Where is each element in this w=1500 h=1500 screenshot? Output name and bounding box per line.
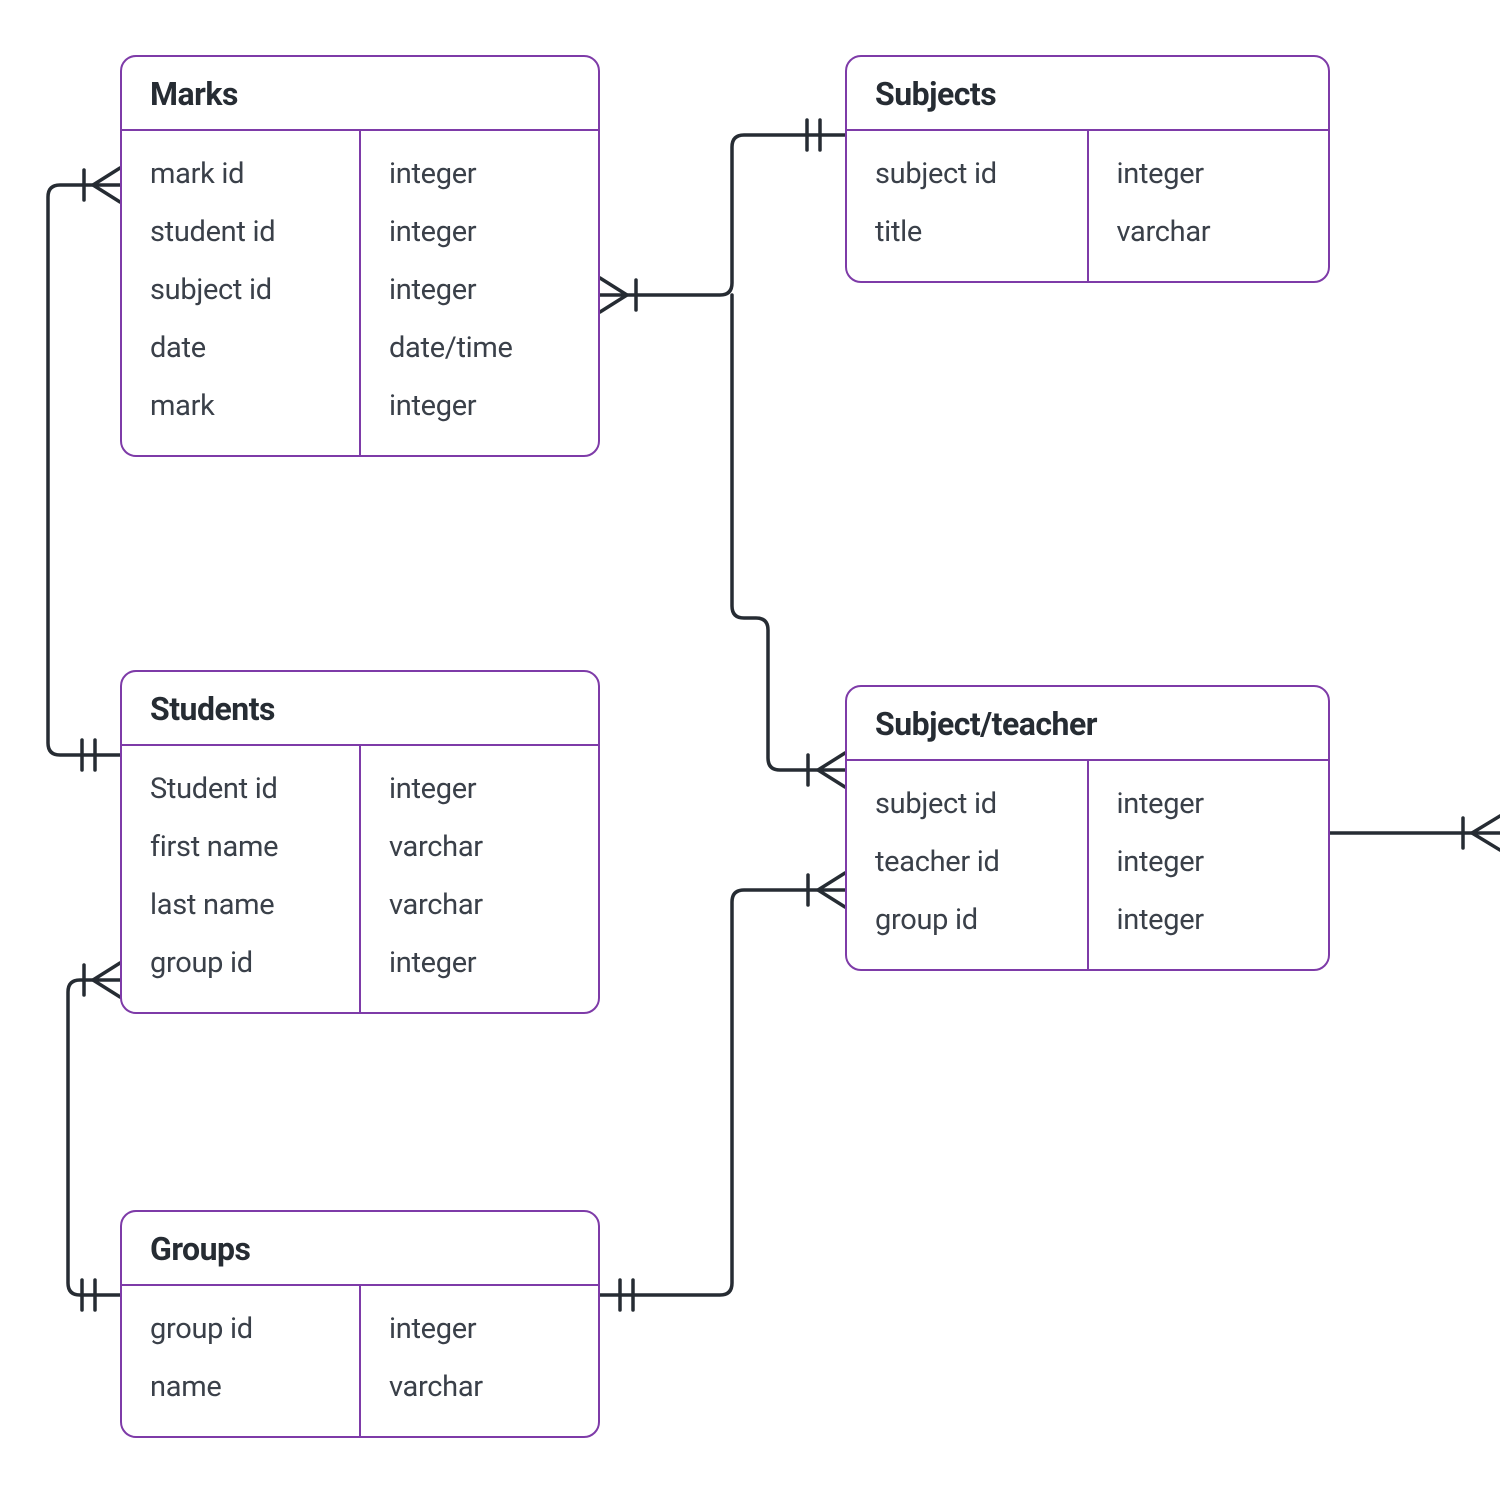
entity-subjects-title: Subjects [847,57,1328,131]
entity-subject-teacher-title: Subject/teacher [847,687,1328,761]
crow-subjteacher-groups-many [818,873,845,907]
field-type: integer [361,203,598,261]
field-name: group id [122,1300,359,1358]
entity-marks: Marks mark id student id subject id date… [120,55,600,457]
entity-groups: Groups group id name integer varchar [120,1210,600,1438]
field-name: title [847,203,1087,261]
field-name: subject id [847,775,1087,833]
field-name: date [122,319,359,377]
field-type: varchar [361,1358,598,1416]
entity-subject-teacher: Subject/teacher subject id teacher id gr… [845,685,1330,971]
field-type: varchar [1089,203,1329,261]
conn-marks-students [48,185,120,755]
field-name: group id [122,934,359,992]
field-type: varchar [361,876,598,934]
crow-marks-students-many [93,168,120,202]
conn-marks-subjects [600,135,845,295]
field-type: integer [361,145,598,203]
er-diagram-canvas: Marks mark id student id subject id date… [0,0,1500,1500]
field-name: subject id [122,261,359,319]
field-type: integer [1089,775,1329,833]
field-type: integer [361,1300,598,1358]
field-name: mark [122,377,359,435]
field-name: last name [122,876,359,934]
entity-students-title: Students [122,672,598,746]
conn-students-groups [68,980,120,1295]
field-type: varchar [361,818,598,876]
conn-groups-subjteacher [600,890,845,1295]
field-type: integer [361,377,598,435]
entity-groups-title: Groups [122,1212,598,1286]
crow-subjteacher-teachers-many [1472,816,1500,850]
conn-subjteacher-subjects [732,295,845,770]
crow-students-groups-many [93,963,120,997]
field-type: date/time [361,319,598,377]
field-name: mark id [122,145,359,203]
field-name: subject id [847,145,1087,203]
crow-subjteacher-subjects-many [818,753,845,787]
field-type: integer [1089,891,1329,949]
field-name: student id [122,203,359,261]
field-name: teacher id [847,833,1087,891]
crow-marks-subjects-many [600,278,627,312]
field-type: integer [1089,145,1329,203]
entity-marks-title: Marks [122,57,598,131]
entity-students: Students Student id first name last name… [120,670,600,1014]
entity-subjects: Subjects subject id title integer varcha… [845,55,1330,283]
field-type: integer [1089,833,1329,891]
field-type: integer [361,934,598,992]
field-name: Student id [122,760,359,818]
field-type: integer [361,261,598,319]
field-name: name [122,1358,359,1416]
field-type: integer [361,760,598,818]
field-name: first name [122,818,359,876]
field-name: group id [847,891,1087,949]
